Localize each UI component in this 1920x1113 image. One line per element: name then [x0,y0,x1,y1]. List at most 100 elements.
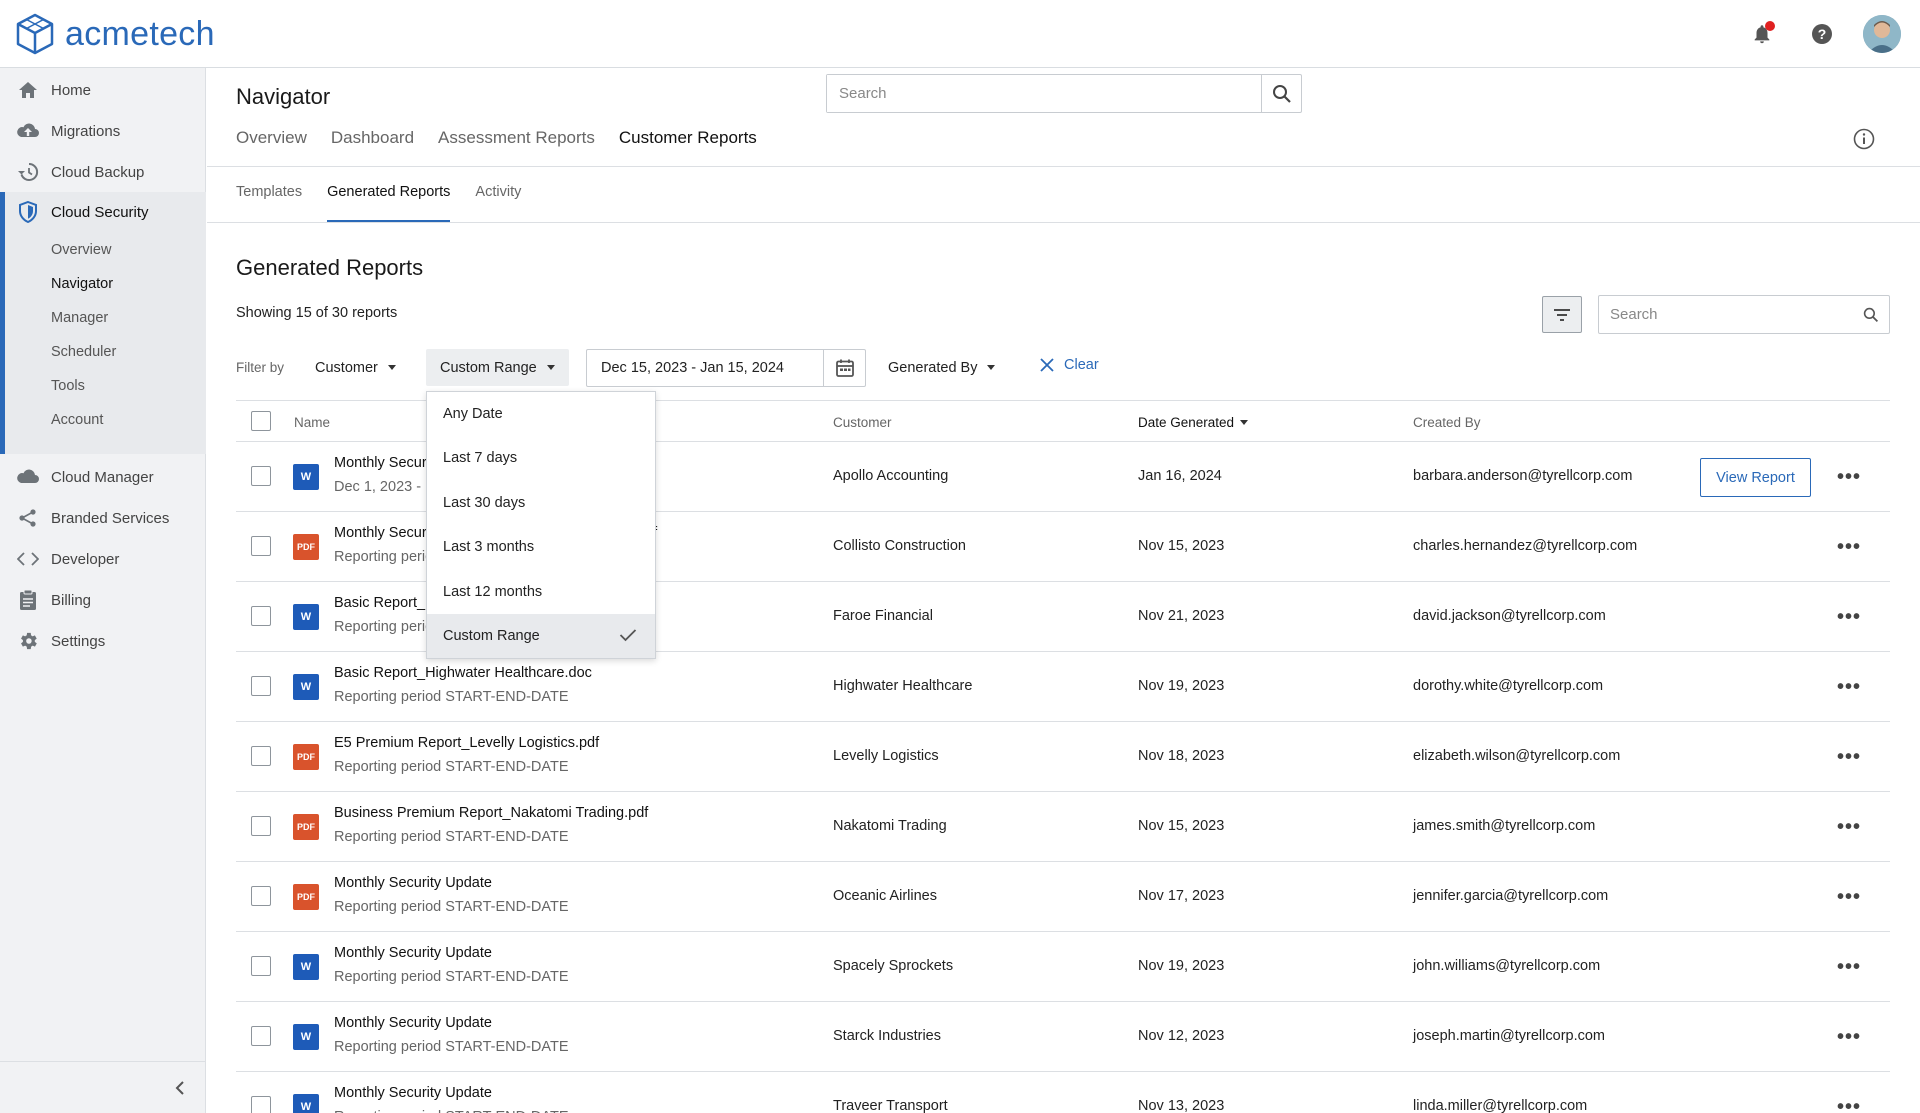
sidebar-item-cloud-manager[interactable]: Cloud Manager [0,457,206,497]
column-name[interactable]: Name [294,415,330,430]
row-checkbox[interactable] [251,536,271,556]
tab-dashboard[interactable]: Dashboard [331,128,414,148]
subtab-generated-reports[interactable]: Generated Reports [327,184,451,222]
table-row[interactable]: W Monthly Security Update Reporting period… [236,1072,1890,1113]
logo[interactable]: acmetech [15,13,215,55]
sidebar-item-settings[interactable]: Settings [0,621,206,661]
table-row[interactable]: W Monthly Security Update Reporting period… [236,1002,1890,1072]
row-checkbox[interactable] [251,886,271,906]
clear-label: Clear [1064,357,1099,373]
filter-toggle-button[interactable] [1542,296,1582,333]
report-created-by: charles.hernandez@tyrellcorp.com [1413,538,1638,554]
shield-icon [19,201,37,223]
report-period: Reporting period START-END-DATE [334,759,569,775]
top-search-button[interactable] [1261,75,1301,112]
more-options-icon[interactable]: ••• [1837,1096,1861,1113]
table-row[interactable]: W Basic Report_Highwater Healthcare.doc Re… [236,652,1890,722]
table-row[interactable]: PDF Business Premium Report_Nakatomi Trad… [236,792,1890,862]
report-name[interactable]: Monthly Security Update [334,945,492,961]
sidebar-item-cloud-security[interactable]: Cloud Security [0,192,206,232]
report-name[interactable]: Monthly Security Update [334,1085,492,1101]
sidebar-sub-navigator[interactable]: Navigator [51,276,113,292]
subtab-templates[interactable]: Templates [236,184,302,222]
clear-filters-button[interactable]: Clear [1040,357,1099,373]
sidebar-item-developer[interactable]: Developer [0,539,206,579]
report-created-by: linda.miller@tyrellcorp.com [1413,1098,1588,1113]
report-search-input[interactable] [1599,306,1853,323]
generated-by-dropdown[interactable]: Generated By [874,349,1009,386]
menu-item-last-7-days[interactable]: Last 7 days [427,436,655,480]
report-name[interactable]: Business Premium Report_Nakatomi Trading… [334,805,648,821]
table-row[interactable]: PDF E5 Premium Report_Levelly Logistics.p… [236,722,1890,792]
report-name[interactable]: Monthly Security Update [334,1015,492,1031]
report-search-button[interactable] [1853,307,1889,323]
more-options-icon[interactable]: ••• [1837,466,1861,489]
sidebar-sub-manager[interactable]: Manager [51,310,108,326]
report-name[interactable]: Monthly Security Update [334,875,492,891]
top-search-input[interactable] [827,75,1261,112]
more-options-icon[interactable]: ••• [1837,606,1861,629]
svg-text:?: ? [1818,26,1827,42]
menu-item-any-date[interactable]: Any Date [427,392,655,436]
report-created-by: jennifer.garcia@tyrellcorp.com [1413,888,1609,904]
more-options-icon[interactable]: ••• [1837,886,1861,909]
menu-item-last-30-days[interactable]: Last 30 days [427,481,655,525]
column-created-by[interactable]: Created By [1413,415,1481,430]
date-range-input[interactable]: Dec 15, 2023 - Jan 15, 2024 [586,349,866,387]
customer-filter-label: Customer [315,359,378,376]
tab-overview[interactable]: Overview [236,128,307,148]
sidebar-sub-tools[interactable]: Tools [51,378,85,394]
more-options-icon[interactable]: ••• [1837,956,1861,979]
sidebar-item-home[interactable]: Home [0,70,206,110]
collapse-sidebar-button[interactable] [0,1061,206,1113]
view-report-button[interactable]: View Report [1700,458,1811,497]
row-checkbox[interactable] [251,816,271,836]
more-options-icon[interactable]: ••• [1837,816,1861,839]
table-row[interactable]: PDF Monthly Security Update Reporting peri… [236,862,1890,932]
report-customer: Starck Industries [833,1028,941,1044]
date-range-dropdown[interactable]: Custom Range [426,349,569,386]
sidebar-sub-account[interactable]: Account [51,412,103,428]
help-button[interactable]: ? [1802,14,1842,54]
report-name[interactable]: E5 Premium Report_Levelly Logistics.pdf [334,735,599,751]
report-customer: Levelly Logistics [833,748,939,764]
menu-item-custom-range[interactable]: Custom Range [427,614,655,658]
sidebar-item-cloud-backup[interactable]: Cloud Backup [0,152,206,192]
sidebar-sub-scheduler[interactable]: Scheduler [51,344,116,360]
sidebar-item-branded-services[interactable]: Branded Services [0,498,206,538]
filter-icon [1554,308,1570,321]
page-title: Navigator [236,84,331,109]
word-file-icon: W [293,1024,319,1050]
info-button[interactable] [1853,128,1875,155]
row-checkbox[interactable] [251,1096,271,1113]
table-row[interactable]: W Monthly Security Update Reporting period… [236,932,1890,1002]
select-all-checkbox[interactable] [251,411,271,431]
column-date-generated[interactable]: Date Generated [1138,415,1249,430]
user-menu-button[interactable] [1862,14,1902,54]
calendar-button[interactable] [823,350,865,386]
report-name[interactable]: Basic Report_Highwater Healthcare.doc [334,665,592,681]
more-options-icon[interactable]: ••• [1837,746,1861,769]
customer-filter-dropdown[interactable]: Customer [301,349,410,386]
report-created-by: barbara.anderson@tyrellcorp.com [1413,468,1633,484]
menu-item-last-12-months[interactable]: Last 12 months [427,570,655,614]
notifications-button[interactable] [1742,14,1782,54]
sidebar-item-migrations[interactable]: Migrations [0,111,206,151]
more-options-icon[interactable]: ••• [1837,1026,1861,1049]
sidebar-sub-overview[interactable]: Overview [51,242,111,258]
tab-customer-reports[interactable]: Customer Reports [619,128,757,148]
column-customer[interactable]: Customer [833,415,892,430]
more-options-icon[interactable]: ••• [1837,676,1861,699]
row-checkbox[interactable] [251,466,271,486]
tab-assessment-reports[interactable]: Assessment Reports [438,128,595,148]
main-tabs: Overview Dashboard Assessment Reports Cu… [236,128,781,148]
row-checkbox[interactable] [251,676,271,696]
row-checkbox[interactable] [251,956,271,976]
row-checkbox[interactable] [251,746,271,766]
menu-item-last-3-months[interactable]: Last 3 months [427,525,655,569]
row-checkbox[interactable] [251,606,271,626]
subtab-activity[interactable]: Activity [475,184,521,222]
sidebar-item-billing[interactable]: Billing [0,580,206,620]
row-checkbox[interactable] [251,1026,271,1046]
more-options-icon[interactable]: ••• [1837,536,1861,559]
